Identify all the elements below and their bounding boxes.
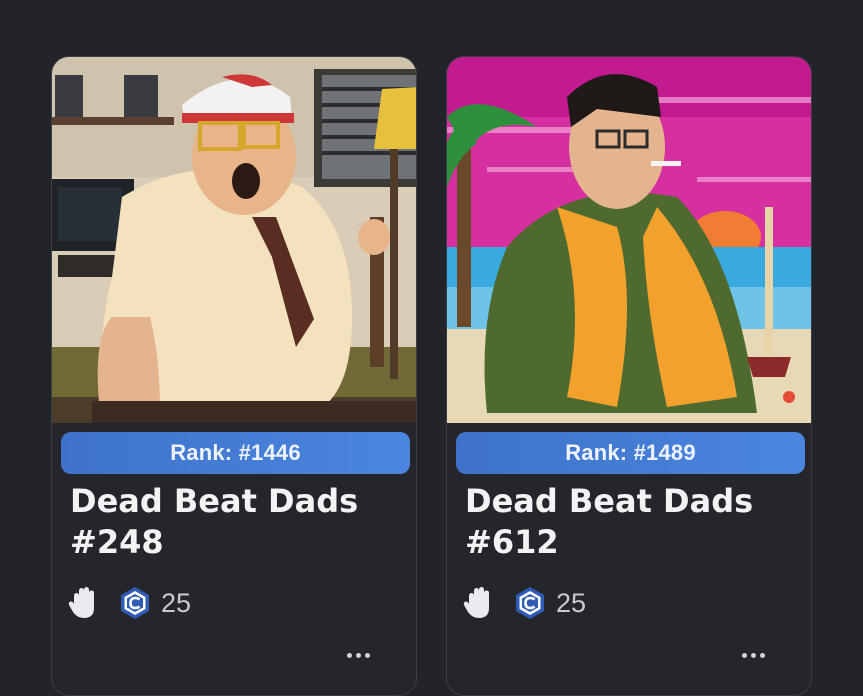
title-line-collection: Dead Beat Dads	[70, 482, 359, 520]
coin-icon	[516, 587, 544, 619]
more-options-icon[interactable]	[733, 653, 773, 663]
price-value: 25	[556, 587, 587, 618]
nft-title[interactable]: Dead Beat Dads #612	[465, 481, 795, 563]
rank-badge: Rank: #1489	[456, 432, 805, 474]
more-options-icon[interactable]	[338, 653, 378, 663]
nft-image[interactable]	[52, 57, 416, 423]
coin-icon	[121, 587, 149, 619]
hand-icon[interactable]	[463, 586, 495, 620]
title-line-token: #248	[70, 523, 164, 561]
nft-card[interactable]: Rank: #1489 Dead Beat Dads #612 25	[446, 56, 812, 696]
nft-card[interactable]: Rank: #1446 Dead Beat Dads #248 25	[51, 56, 417, 696]
hand-icon[interactable]	[68, 586, 100, 620]
pixel-art-dad-in-office-icon	[52, 57, 416, 423]
nft-title[interactable]: Dead Beat Dads #248	[70, 481, 400, 563]
card-stats: 25	[68, 583, 191, 623]
rank-badge: Rank: #1446	[61, 432, 410, 474]
price-value: 25	[161, 587, 192, 618]
title-line-collection: Dead Beat Dads	[465, 482, 754, 520]
card-stats: 25	[463, 583, 586, 623]
nft-image[interactable]	[447, 57, 811, 423]
pixel-art-dad-on-beach-icon	[447, 57, 811, 423]
title-line-token: #612	[465, 523, 559, 561]
